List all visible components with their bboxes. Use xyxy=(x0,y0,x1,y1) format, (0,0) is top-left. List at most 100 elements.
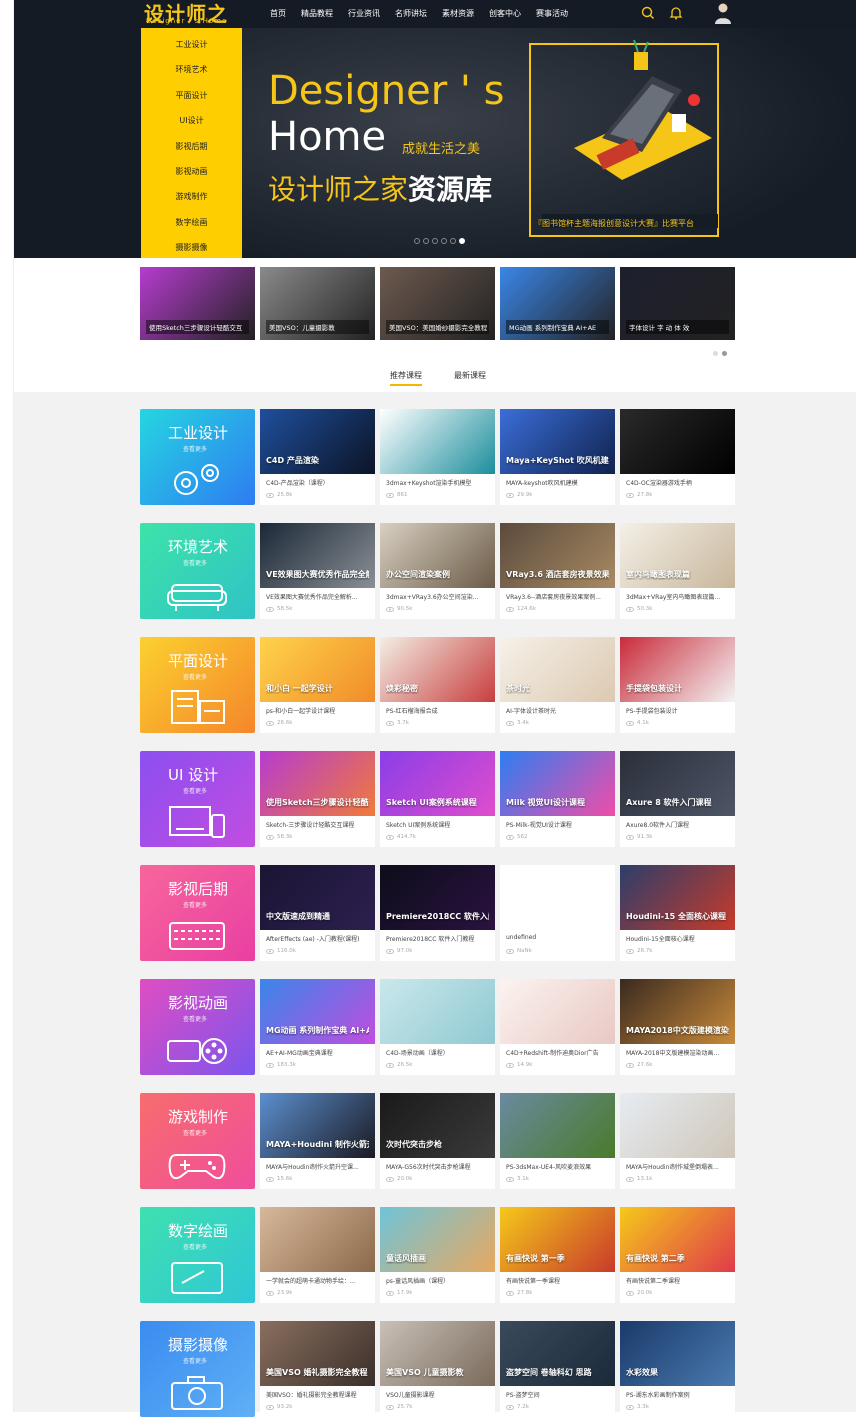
course-card[interactable]: 有画快说 第一季 有画快说第一季课程 27.8k xyxy=(500,1207,615,1303)
nav-item[interactable]: 赛事活动 xyxy=(536,8,568,19)
course-thumbnail[interactable] xyxy=(620,409,735,474)
category-tile[interactable]: 影视动画 查看更多 xyxy=(140,979,255,1075)
course-card[interactable]: C4D 产品渲染 C4D-产品渲染（课程） 25.8k xyxy=(260,409,375,505)
view-more-link[interactable]: 查看更多 xyxy=(183,900,207,909)
course-card[interactable]: 美国VSO 婚礼摄影完全教程 美国VSO：婚礼摄影完全教程课程 93.2k xyxy=(260,1321,375,1417)
course-title[interactable]: PS-手提袋包装设计 xyxy=(626,706,730,715)
course-card[interactable]: 使用Sketch三步骤设计轻酷交互 Sketch-三步骤设计轻酷交互课程 58.3k xyxy=(260,751,375,847)
course-thumbnail[interactable]: Axure 8 软件入门课程 xyxy=(620,751,735,816)
course-thumbnail[interactable] xyxy=(620,1093,735,1158)
view-more-link[interactable]: 查看更多 xyxy=(183,1356,207,1365)
course-card[interactable]: Axure 8 软件入门课程 Axure8.0软件入门课程 91.3k xyxy=(620,751,735,847)
course-thumbnail[interactable]: VE效果图大赛优秀作品完全解析教程 xyxy=(260,523,375,588)
course-title[interactable]: MAYA-keyshot吹风机建模 xyxy=(506,478,610,487)
banner-dot[interactable] xyxy=(423,238,429,244)
course-thumbnail[interactable]: Sketch UI案例系统课程 xyxy=(380,751,495,816)
nav-item[interactable]: 首页 xyxy=(270,8,286,19)
course-title[interactable]: Sketch UI案例系统课程 xyxy=(386,820,490,829)
course-thumbnail[interactable]: MG动画 系列制作宝典 AI+AE xyxy=(260,979,375,1044)
course-card[interactable]: 办公空间渲染案例 3dmax+VRay3.6办公空间渲染... 90.5k xyxy=(380,523,495,619)
course-thumbnail[interactable] xyxy=(380,979,495,1044)
course-card[interactable]: undefined NaNk xyxy=(500,865,615,961)
course-title[interactable]: ps-童话风插画（课程） xyxy=(386,1276,490,1285)
course-thumbnail[interactable] xyxy=(500,1093,615,1158)
course-thumbnail[interactable] xyxy=(500,979,615,1044)
course-title[interactable]: 3dMax+VRay室内鸟瞰图表现篇... xyxy=(626,592,730,601)
course-thumbnail[interactable]: Premiere2018CC 软件入门教程 xyxy=(380,865,495,930)
course-title[interactable]: VSO儿童摄影课程 xyxy=(386,1390,490,1399)
category-tile[interactable]: UI 设计 查看更多 xyxy=(140,751,255,847)
course-title[interactable]: 有画快说第一季课程 xyxy=(506,1276,610,1285)
featured-thumbnail[interactable]: 美国VSO：儿童摄影教 xyxy=(260,267,375,340)
course-title[interactable]: MAYA-G56次时代突击步枪课程 xyxy=(386,1162,490,1171)
course-card[interactable]: Premiere2018CC 软件入门教程 Premiere2018CC 软件入门… xyxy=(380,865,495,961)
side-menu-item[interactable]: 平面设计 xyxy=(141,83,242,108)
course-card[interactable]: 3dmax+Keyshot渲染手机模型 861 xyxy=(380,409,495,505)
course-card[interactable]: MAYA+Houdini 制作火箭升空课程 MAYA与Houdini制作火箭升空课… xyxy=(260,1093,375,1189)
course-thumbnail[interactable]: 室内鸟瞰图表现篇 xyxy=(620,523,735,588)
view-more-link[interactable]: 查看更多 xyxy=(183,672,207,681)
course-title[interactable]: C4D-场景动画（课程） xyxy=(386,1048,490,1057)
tab-latest[interactable]: 最新课程 xyxy=(454,370,486,381)
course-card[interactable]: 童话风插画 ps-童话风插画（课程） 17.9k xyxy=(380,1207,495,1303)
side-menu-item[interactable]: 摄影摄像 xyxy=(141,235,242,258)
course-thumbnail[interactable]: 美国VSO 儿童摄影教 xyxy=(380,1321,495,1386)
banner-dot[interactable] xyxy=(414,238,420,244)
side-menu-item[interactable]: 影视动画 xyxy=(141,159,242,184)
user-avatar[interactable] xyxy=(714,2,732,24)
side-menu-item[interactable]: 环境艺术 xyxy=(141,57,242,82)
course-title[interactable]: PS-3dsMax-UE4-风吹麦浪效果 xyxy=(506,1162,610,1171)
side-menu-item[interactable]: 工业设计 xyxy=(141,32,242,57)
course-title[interactable]: PS-盗梦空间 xyxy=(506,1390,610,1399)
course-title[interactable]: MAYA-2018中文版建模渲染动画... xyxy=(626,1048,730,1057)
course-thumbnail[interactable]: 水彩效果 xyxy=(620,1321,735,1386)
course-thumbnail[interactable]: VRay3.6 酒店套房夜景效果 xyxy=(500,523,615,588)
course-thumbnail[interactable]: 盗梦空间 卷轴科幻 思路 xyxy=(500,1321,615,1386)
category-tile[interactable]: 游戏制作 查看更多 xyxy=(140,1093,255,1189)
course-card[interactable]: 次时代突击步枪 MAYA-G56次时代突击步枪课程 20.0k xyxy=(380,1093,495,1189)
course-thumbnail[interactable]: 有画快说 第一季 xyxy=(500,1207,615,1272)
nav-item[interactable]: 素材资源 xyxy=(442,8,474,19)
course-card[interactable]: C4D-场景动画（课程） 26.5k xyxy=(380,979,495,1075)
view-more-link[interactable]: 查看更多 xyxy=(183,1014,207,1023)
course-title[interactable]: Houdini-15全面核心课程 xyxy=(626,934,730,943)
side-menu-item[interactable]: 游戏制作 xyxy=(141,184,242,209)
view-more-link[interactable]: 查看更多 xyxy=(183,1242,207,1251)
category-tile[interactable]: 平面设计 查看更多 xyxy=(140,637,255,733)
course-thumbnail[interactable]: Milk 视觉UI设计课程 xyxy=(500,751,615,816)
site-logo[interactable]: 设计师之家 Designer ' s Home xyxy=(144,0,236,55)
course-card[interactable]: C4D-OC渲染器游戏手柄 27.8k xyxy=(620,409,735,505)
nav-item[interactable]: 行业资讯 xyxy=(348,8,380,19)
course-thumbnail[interactable]: Maya+KeyShot 吹风机建模渲染课程 xyxy=(500,409,615,474)
course-thumbnail[interactable]: 焕彩秘密 xyxy=(380,637,495,702)
course-card[interactable]: 中文版速成到精通 AfterEffects (ae) -入门教程(课程) 116.0… xyxy=(260,865,375,961)
course-thumbnail[interactable]: 办公空间渲染案例 xyxy=(380,523,495,588)
course-card[interactable]: MAYA2018中文版建模渲染动画课程 MAYA-2018中文版建模渲染动画...… xyxy=(620,979,735,1075)
course-card[interactable]: 盗梦空间 卷轴科幻 思路 PS-盗梦空间 7.2k xyxy=(500,1321,615,1417)
course-card[interactable]: Sketch UI案例系统课程 Sketch UI案例系统课程 414.7k xyxy=(380,751,495,847)
bell-icon[interactable] xyxy=(668,5,684,21)
pager-dot-active[interactable] xyxy=(722,351,727,356)
course-title[interactable]: Sketch-三步骤设计轻酷交互课程 xyxy=(266,820,370,829)
course-thumbnail[interactable]: 使用Sketch三步骤设计轻酷交互 xyxy=(260,751,375,816)
course-title[interactable]: ps-和小白一起学设计课程 xyxy=(266,706,370,715)
course-thumbnail[interactable]: 童话风插画 xyxy=(380,1207,495,1272)
banner-dot-active[interactable] xyxy=(459,238,465,244)
category-tile[interactable]: 摄影摄像 查看更多 xyxy=(140,1321,255,1417)
course-card[interactable]: MAYA与Houdini制作城堡倒塌表... 13.1k xyxy=(620,1093,735,1189)
category-tile[interactable]: 数字绘画 查看更多 xyxy=(140,1207,255,1303)
course-card[interactable]: 和小白 一起学设计 ps-和小白一起学设计课程 26.6k xyxy=(260,637,375,733)
pager-dot[interactable] xyxy=(713,351,718,356)
course-thumbnail[interactable]: 有画快说 第二季 xyxy=(620,1207,735,1272)
course-thumbnail[interactable]: 美国VSO 婚礼摄影完全教程 xyxy=(260,1321,375,1386)
view-more-link[interactable]: 查看更多 xyxy=(183,1128,207,1137)
course-title[interactable]: MAYA与Houdini制作城堡倒塌表... xyxy=(626,1162,730,1171)
course-title[interactable]: PS-Milk-视觉UI设计课程 xyxy=(506,820,610,829)
category-tile[interactable]: 工业设计 查看更多 xyxy=(140,409,255,505)
course-thumbnail[interactable]: MAYA2018中文版建模渲染动画课程 xyxy=(620,979,735,1044)
course-card[interactable]: MG动画 系列制作宝典 AI+AE AE+AI-MG动画宝典课程 183.3k xyxy=(260,979,375,1075)
nav-item[interactable]: 创客中心 xyxy=(489,8,521,19)
course-card[interactable]: 美国VSO 儿童摄影教 VSO儿童摄影课程 25.7k xyxy=(380,1321,495,1417)
course-card[interactable]: 水彩效果 PS-湖东水彩画制作案例 3.3k xyxy=(620,1321,735,1417)
course-card[interactable]: Houdini-15 全面核心课程 Houdini-15全面核心课程 28.7k xyxy=(620,865,735,961)
